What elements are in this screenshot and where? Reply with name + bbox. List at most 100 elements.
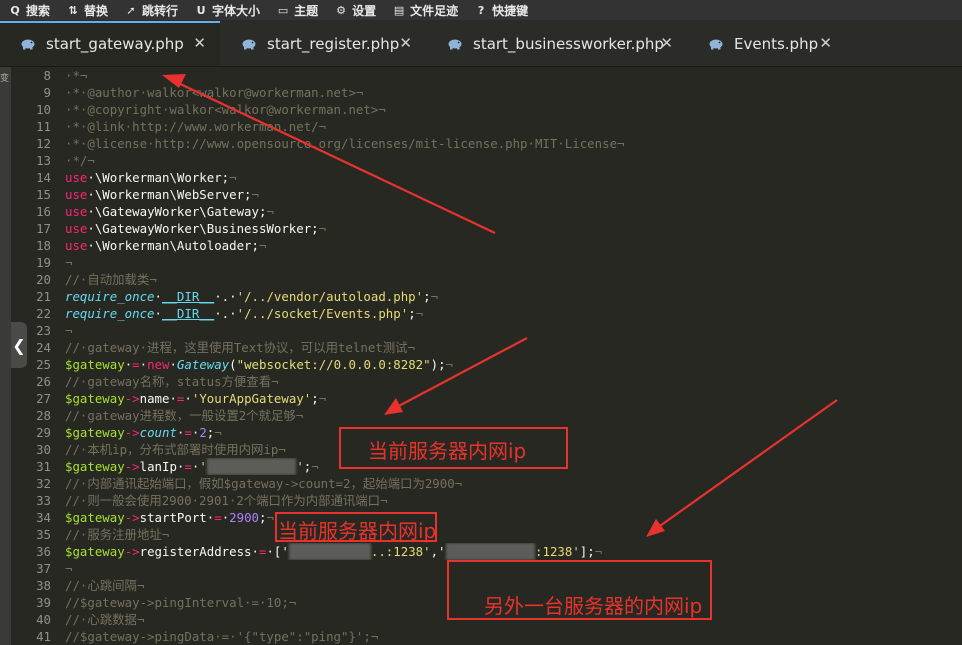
code-token: //·心跳数据¬ [65,612,145,627]
toolbar-button-label: 跳转行 [142,3,179,18]
toolbar-button-5[interactable]: ▭ 主题 [268,0,326,20]
code-token: ; [408,306,416,321]
code-token: __DIR__ [162,306,215,321]
code-line[interactable]: use·\GatewayWorker\BusinessWorker;¬ [65,220,955,237]
line-number: 28 [36,408,51,423]
code-token: Gateway [176,357,230,372]
code-line[interactable]: ·*/¬ [65,152,955,169]
code-line[interactable]: $gateway·=·new·Gateway("websocket://0.0.… [65,356,955,373]
toolbar-button-label: 设置 [352,3,377,18]
goto-line-icon: ➚ [126,3,136,17]
toolbar-button-8[interactable]: ? 快捷键 [466,0,536,20]
toolbar-button-1[interactable]: Q 搜索 [0,0,58,20]
code-line[interactable]: //·gateway名称，status方便查看¬ [65,373,955,390]
line-number: 35 [36,527,51,542]
code-token: //·内部通讯起始端口，假如$gateway->count=2，起始端口为290… [65,476,463,491]
code-line[interactable]: ·*·@license·http://www.opensource.org/li… [65,135,955,152]
code-token: $gateway [65,544,125,559]
code-token: ·*¬ [65,68,88,83]
code-token: ·.· [214,289,237,304]
code-line[interactable]: $gateway->registerAddress·=·['172.16.0.1… [65,543,955,560]
line-number: 26 [36,374,51,389]
line-number: 17 [36,221,51,236]
line-number: 15 [36,187,51,202]
code-token: lanIp· [139,459,185,474]
code-token: use [65,238,88,253]
code-line[interactable]: use·\Workerman\Autoloader;¬ [65,237,955,254]
close-tab-icon[interactable]: ✕ [193,34,206,52]
line-number: 11 [36,119,51,134]
code-line[interactable]: //·自动加载类¬ [65,271,955,288]
side-panel-mark: 变 [0,74,10,84]
code-token: ¬ [266,510,274,525]
code-line[interactable]: //·内部通讯起始端口，假如$gateway->count=2，起始端口为290… [65,475,955,492]
code-line[interactable]: ¬ [65,254,955,271]
theme-icon: ▭ [277,3,289,17]
code-line[interactable]: use·\Workerman\WebServer;¬ [65,186,955,203]
close-tab-icon[interactable]: ✕ [660,34,673,52]
code-token: use [65,170,88,185]
code-token: ¬ [65,561,73,576]
toolbar-button-6[interactable]: ⚙ 设置 [326,0,384,20]
toolbar-button-3[interactable]: ➚ 跳转行 [116,0,186,20]
toolbar-button-7[interactable]: ▤ 文件足迹 [384,0,466,20]
line-number: 14 [36,170,51,185]
annotation-label-1: 当前服务器内网ip [368,439,527,463]
toolbar-button-4[interactable]: U 字体大小 [186,0,268,20]
top-toolbar: Q 搜索 ⇅ 替换 ➚ 跳转行 U 字体大小 ▭ 主题 ⚙ 设置 ▤ 文件足迹? 快捷键 [0,0,962,21]
code-line[interactable]: //·则一般会使用2900·2901·2个端口作为内部通讯端口¬ [65,492,955,509]
code-line[interactable]: use·\Workerman\Worker;¬ [65,169,955,186]
code-token: //$gateway->pingInterval·=·10;¬ [65,595,297,610]
code-token: -> [124,544,140,559]
tab-1[interactable]: start_gateway.php ✕ [0,21,220,66]
code-token: name· [139,391,177,406]
line-number: 33 [36,493,51,508]
code-line[interactable]: ·*·@copyright·walkor<walkor@workerman.ne… [65,101,955,118]
code-line[interactable]: ·*¬ [65,67,955,84]
code-token: //·则一般会使用2900·2901·2个端口作为内部通讯端口¬ [65,493,388,508]
code-token: ¬ [318,221,327,236]
toolbar-button-label: 字体大小 [212,3,261,18]
close-tab-icon[interactable]: ✕ [819,34,832,52]
code-line[interactable]: ¬ [65,322,955,339]
code-token: 2900 [229,510,259,525]
code-line[interactable]: //·gateway进程数，一般设置2个就足够¬ [65,407,955,424]
code-line[interactable]: ·*·@link·http://www.workerman.net/¬ [65,118,955,135]
code-token: ¬ [65,255,73,270]
code-line[interactable]: require_once·__DIR__·.·'/../vendor/autol… [65,288,955,305]
code-line[interactable]: //·服务注册地址¬ [65,526,955,543]
code-line[interactable]: use·\GatewayWorker\Gateway;¬ [65,203,955,220]
code-token: ¬ [445,357,453,372]
code-token: ¬ [65,323,73,338]
collapse-sidebar-button[interactable]: ❮ [11,322,27,368]
toolbar-button-2[interactable]: ⇅ 替换 [58,0,116,20]
code-token: ¬ [229,170,237,185]
code-token: //·心跳间隔¬ [65,578,145,593]
font-size-icon: U [196,3,206,17]
code-token: $gateway [65,357,125,372]
code-line[interactable]: ·*·@author·walkor<walkor@workerman.net>¬ [65,84,955,101]
code-token: //·gateway·进程，这里使用Text协议，可以用telnet测试¬ [65,340,415,355]
close-tab-icon[interactable]: ✕ [399,34,412,52]
side-panel-strip: 变 [0,67,11,645]
code-line[interactable]: $gateway->name·=·'YourAppGateway';¬ [65,390,955,407]
code-token: -> [124,459,140,474]
code-token: use [65,204,88,219]
code-token: __DIR__ [162,289,215,304]
code-token: ·\GatewayWorker\Gateway; [87,204,267,219]
tab-2[interactable]: start_register.php ✕ [221,21,426,66]
tab-3[interactable]: start_businessworker.php ✕ [427,21,687,66]
code-lines[interactable]: ·*¬ ·*·@author·walkor<walkor@workerman.ne… [65,67,955,645]
annotation-label-2: 当前服务器内网ip [278,519,437,543]
code-line[interactable]: //$gateway->pingData·=·'{"type":"ping"}'… [65,628,955,645]
tab-4[interactable]: Events.php ✕ [688,21,846,66]
code-token: registerAddress· [139,544,259,559]
line-number: 8 [43,68,51,83]
code-line[interactable]: //·gateway·进程，这里使用Text协议，可以用telnet测试¬ [65,339,955,356]
code-line[interactable]: require_once·__DIR__·.·'/../socket/Event… [65,305,955,322]
code-token: //·本机ip，分布式部署时使用内网ip¬ [65,442,286,457]
line-number: 20 [36,272,51,287]
code-line[interactable]: $gateway->startPort·=·2900;¬ [65,509,955,526]
code-token: = [184,425,192,440]
redacted-ip: 172.16.0.102 [445,543,536,560]
